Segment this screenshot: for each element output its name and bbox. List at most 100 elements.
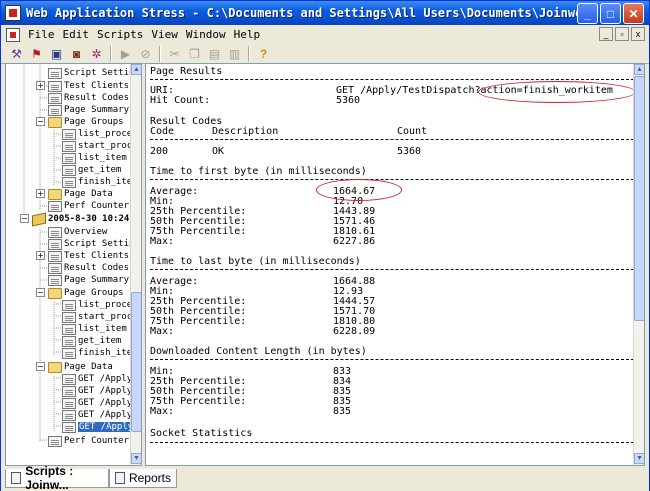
tree-item[interactable]: list_proces xyxy=(62,299,138,311)
page-icon xyxy=(62,140,76,152)
tree-scrollbar[interactable]: ▲ ▼ xyxy=(130,64,141,465)
tree-item[interactable]: Overview xyxy=(48,226,107,238)
page-icon xyxy=(62,385,76,397)
tree-item[interactable]: GET /Apply/ xyxy=(62,373,138,385)
tree-item[interactable]: Test Clients xyxy=(48,80,129,92)
scroll-up-icon[interactable]: ▲ xyxy=(131,64,141,75)
scroll-thumb[interactable] xyxy=(131,292,141,432)
tree-item[interactable]: finish_iter xyxy=(62,347,138,359)
minimize-button[interactable]: _ xyxy=(577,3,598,24)
help-icon[interactable]: ? xyxy=(254,45,273,63)
document-icon[interactable] xyxy=(6,27,20,42)
tree-item[interactable]: list_item xyxy=(62,152,127,164)
tree-item[interactable]: Page Data xyxy=(48,361,113,373)
tree-item[interactable]: get_item xyxy=(62,164,121,176)
section-title: Downloaded Content Length (in bytes) xyxy=(150,346,367,357)
page-icon xyxy=(48,67,62,79)
tree-item[interactable]: Page Data xyxy=(48,188,113,200)
tree-item[interactable]: Perf Counters xyxy=(48,435,134,447)
tree-item[interactable]: finish_iter xyxy=(62,176,138,188)
tree-item[interactable]: Page Summary xyxy=(48,104,129,116)
tree-expander[interactable]: + xyxy=(36,81,45,90)
folder-icon xyxy=(48,361,62,373)
page-icon xyxy=(62,335,76,347)
save-icon[interactable]: ▣ xyxy=(47,45,66,63)
divider xyxy=(150,139,634,140)
tab-reports[interactable]: Reports xyxy=(109,469,177,488)
tree-item[interactable]: Perf Counters xyxy=(48,200,134,212)
stop-icon[interactable]: ⊘ xyxy=(136,45,155,63)
menu-edit[interactable]: Edit xyxy=(59,28,94,41)
tree-item[interactable]: Script Setting xyxy=(48,67,140,79)
page-icon xyxy=(62,311,76,323)
copy-icon[interactable]: ❐ xyxy=(185,45,204,63)
child-restore-button[interactable]: ▫ xyxy=(615,27,629,41)
scroll-down-icon[interactable]: ▼ xyxy=(131,453,141,464)
tree-expander[interactable]: − xyxy=(36,117,45,126)
print-icon[interactable]: ▥ xyxy=(225,45,244,63)
tree-item[interactable]: start_proce xyxy=(62,140,138,152)
menu-bar: File Edit Scripts View Window Help _ ▫ x xyxy=(1,25,649,44)
result-description: OK xyxy=(212,146,225,157)
tree-item[interactable]: Script Setting xyxy=(48,238,140,250)
maximize-button[interactable]: □ xyxy=(600,3,621,24)
page-icon xyxy=(48,262,62,274)
child-close-button[interactable]: x xyxy=(631,27,645,41)
tab-scripts[interactable]: Scripts : Joinw... xyxy=(5,464,109,491)
tree-item[interactable]: Result Codes xyxy=(48,92,129,104)
scroll-down-icon[interactable]: ▼ xyxy=(634,453,644,464)
tree-item[interactable]: Test Clients xyxy=(48,250,129,262)
flags-icon[interactable]: ⚑ xyxy=(27,45,46,63)
stat-label: Max: xyxy=(150,326,175,337)
gear-icon[interactable]: ✲ xyxy=(87,45,106,63)
report-scrollbar[interactable]: ▲ ▼ xyxy=(633,64,644,465)
column-header: Count xyxy=(397,126,428,137)
scripts-tree[interactable]: + − + − + − − Script Setting Test Client… xyxy=(5,63,142,466)
page-icon xyxy=(62,164,76,176)
tree-expander[interactable]: + xyxy=(36,189,45,198)
tree-item[interactable]: list_item xyxy=(62,323,127,335)
close-button[interactable]: ✕ xyxy=(623,3,644,24)
menu-file[interactable]: File xyxy=(24,28,59,41)
tree-item[interactable]: Page Groups xyxy=(48,287,124,299)
hit-count-value: 5360 xyxy=(336,95,361,106)
tree-item[interactable]: get_item xyxy=(62,335,121,347)
tree-item[interactable]: start_proce xyxy=(62,311,138,323)
book-icon[interactable]: ◙ xyxy=(67,45,86,63)
tree-item[interactable]: Result Codes xyxy=(48,262,129,274)
divider xyxy=(150,179,634,180)
tree-item[interactable]: GET /Apply/ xyxy=(62,385,138,397)
tree-expander[interactable]: − xyxy=(36,288,45,297)
run-icon[interactable]: ▶ xyxy=(116,45,135,63)
menu-scripts[interactable]: Scripts xyxy=(93,28,147,41)
tree-item[interactable]: list_proces xyxy=(62,128,138,140)
book-icon xyxy=(32,212,46,226)
tree-item[interactable]: Page Groups xyxy=(48,116,124,128)
page-icon xyxy=(48,274,62,286)
paste-icon[interactable]: ▤ xyxy=(205,45,224,63)
tree-item-run[interactable]: 2005-8-30 10:24 xyxy=(32,212,129,226)
title-bar[interactable]: Web Application Stress - C:\Documents an… xyxy=(1,1,649,25)
tree-expander[interactable]: − xyxy=(36,362,45,371)
tree-expander[interactable]: − xyxy=(20,214,29,223)
menu-help[interactable]: Help xyxy=(230,28,265,41)
menu-view[interactable]: View xyxy=(147,28,182,41)
script-icon xyxy=(11,472,22,484)
page-icon xyxy=(62,299,76,311)
child-minimize-button[interactable]: _ xyxy=(599,27,613,41)
tree-expander[interactable]: + xyxy=(36,251,45,260)
scroll-thumb[interactable] xyxy=(634,76,644,321)
wand-icon[interactable]: ⚒ xyxy=(7,45,26,63)
folder-icon xyxy=(48,287,62,299)
report-pane[interactable]: Page Results URI: GET /Apply/TestDispatc… xyxy=(145,63,645,466)
scroll-up-icon[interactable]: ▲ xyxy=(634,64,644,75)
tree-item[interactable]: GET /Apply/ xyxy=(62,409,138,421)
cut-icon[interactable]: ✂ xyxy=(165,45,184,63)
tree-item-selected[interactable]: GET /Apply/ xyxy=(62,421,140,433)
tree-item[interactable]: Page Summary xyxy=(48,274,129,286)
highlight-annotation xyxy=(316,179,402,201)
report-icon xyxy=(115,472,125,484)
menu-window[interactable]: Window xyxy=(182,28,230,41)
tree-item[interactable]: GET /Apply/ xyxy=(62,397,138,409)
section-title: Page Results xyxy=(150,66,223,77)
